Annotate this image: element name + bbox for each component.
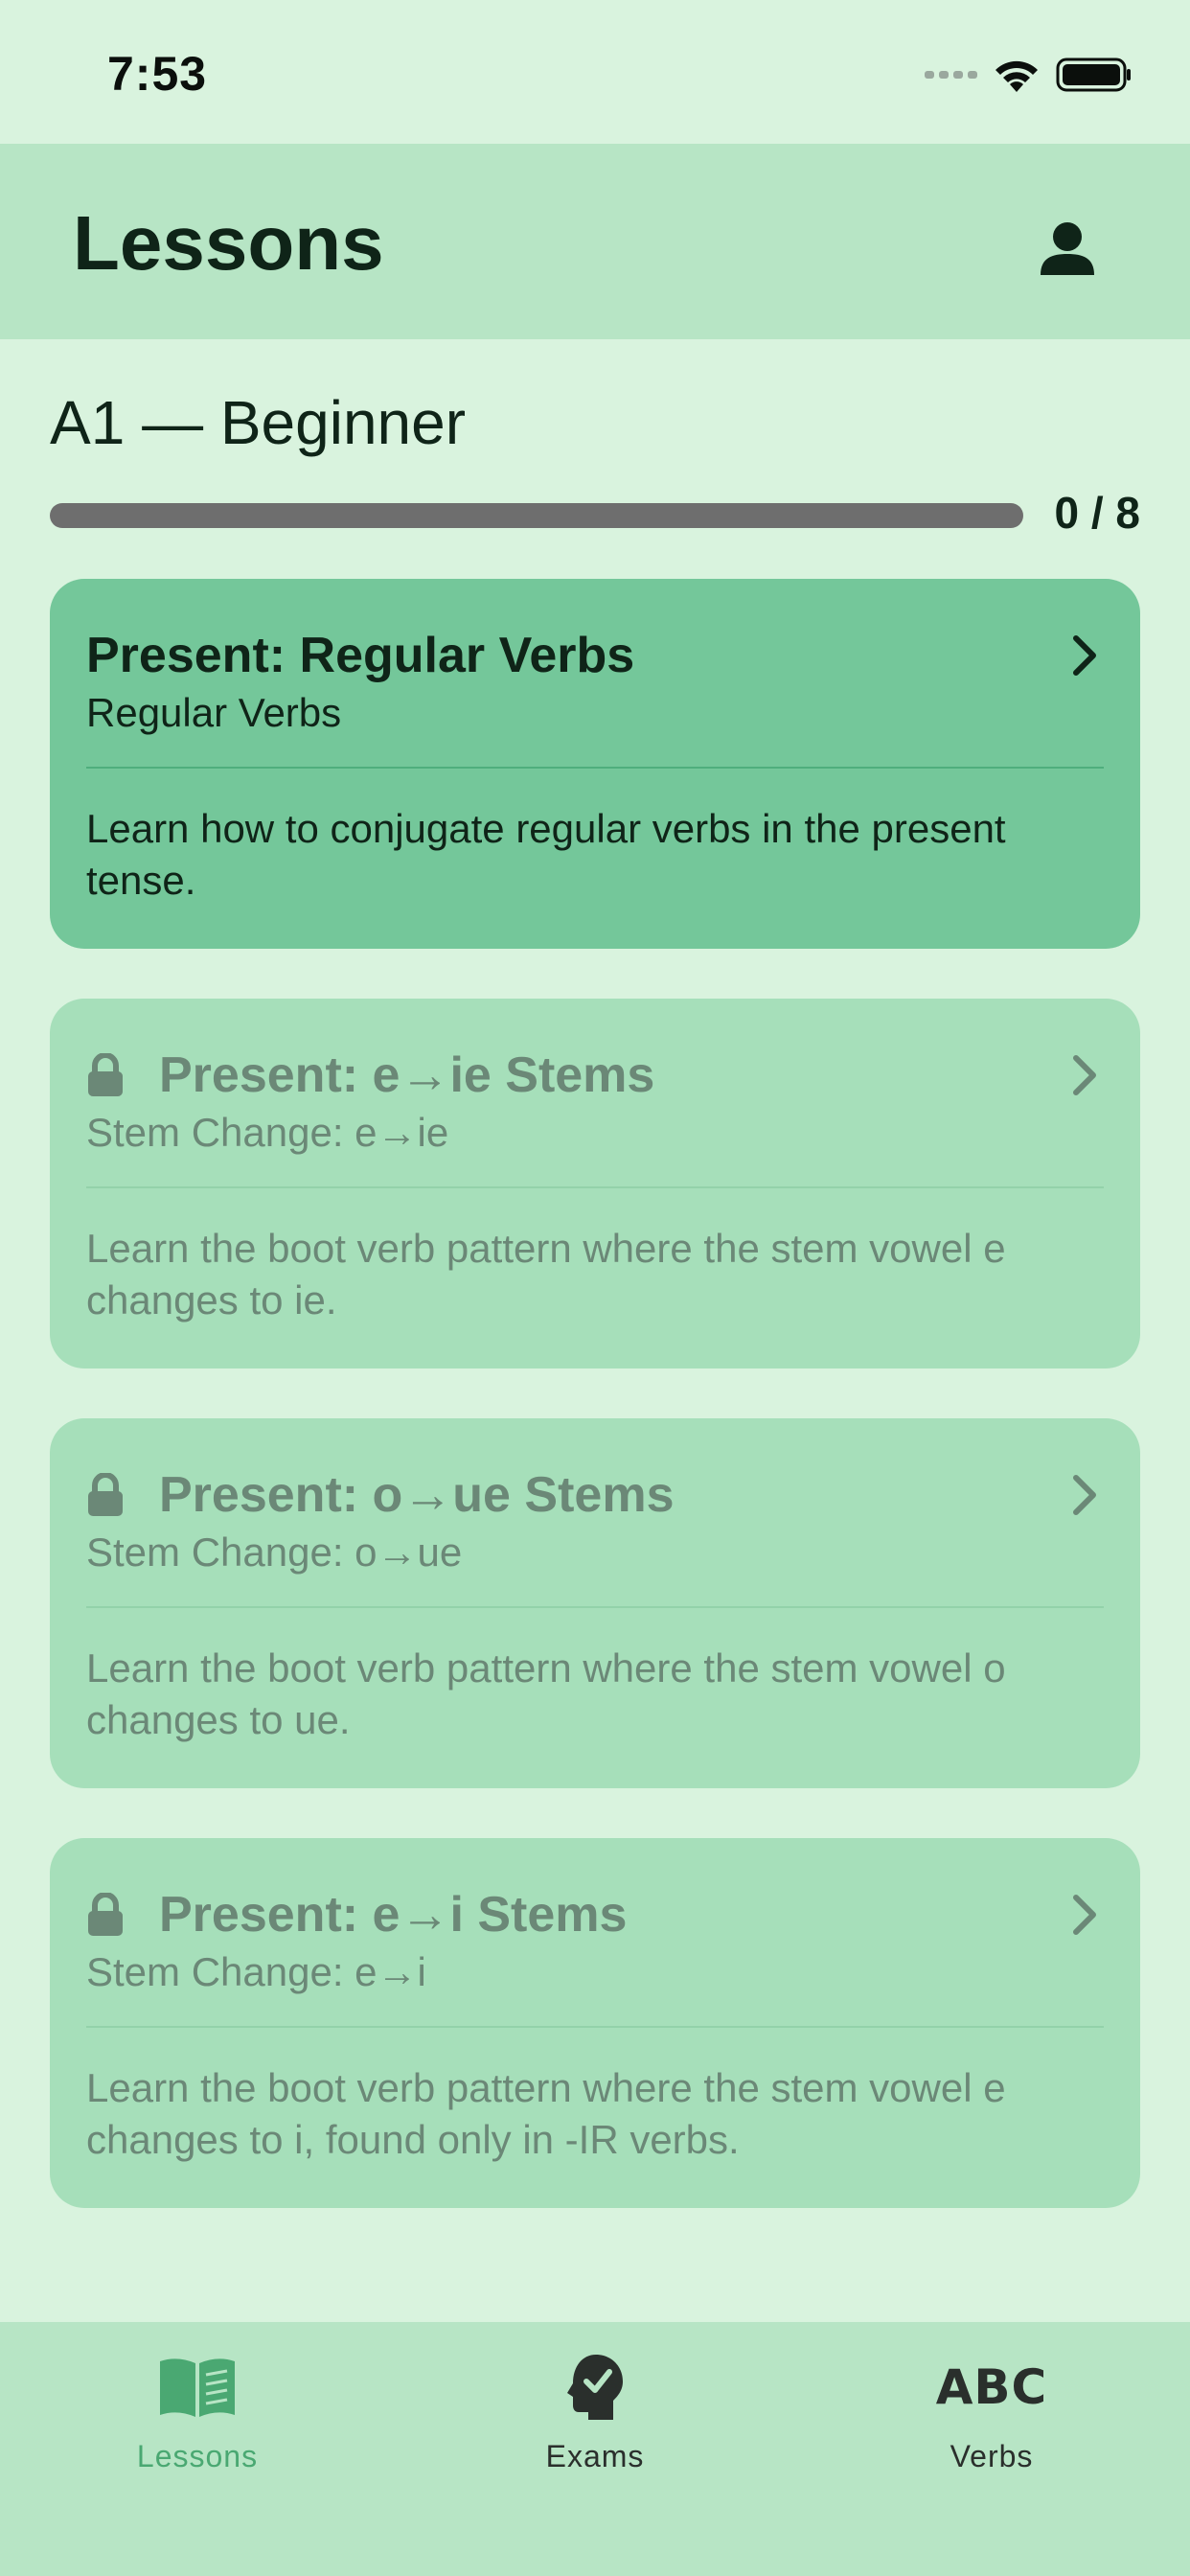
- wifi-icon: [995, 60, 1038, 92]
- lesson-description: Learn the boot verb pattern where the st…: [86, 1226, 1006, 1322]
- divider: [86, 2026, 1104, 2028]
- level-progress-bar: [50, 503, 1023, 528]
- lesson-card-o-ue-stems[interactable]: Present: o→ue Stems Stem Change: o→ue Le…: [50, 1418, 1140, 1788]
- abc-icon: ABC: [935, 2359, 1048, 2415]
- tab-verbs[interactable]: ABC Verbs: [848, 2341, 1135, 2495]
- tab-exams[interactable]: Exams: [451, 2341, 739, 2495]
- chevron-right-icon: [1065, 1470, 1104, 1520]
- lesson-description: Learn how to conjugate regular verbs in …: [86, 806, 1006, 903]
- status-icons: [925, 56, 1133, 94]
- tab-label: Exams: [545, 2439, 645, 2473]
- lesson-card-e-i-stems[interactable]: Present: e→i Stems Stem Change: e→i Lear…: [50, 1838, 1140, 2208]
- level-progress-text: 0 / 8: [1054, 488, 1140, 538]
- lesson-description: Learn the boot verb pattern where the st…: [86, 2065, 1006, 2162]
- status-time: 7:53: [107, 47, 208, 101]
- tab-lessons[interactable]: Lessons: [54, 2341, 341, 2495]
- lock-icon: [86, 1052, 125, 1098]
- page-title: Lessons: [73, 200, 384, 286]
- nav-header: Lessons: [0, 144, 1190, 339]
- lesson-description: Learn the boot verb pattern where the st…: [86, 1645, 1006, 1742]
- lesson-title: Present: o→ue Stems: [159, 1467, 675, 1523]
- battery-icon: [1056, 58, 1131, 92]
- lesson-title: Present: e→ie Stems: [159, 1047, 655, 1103]
- lock-icon: [86, 1892, 125, 1938]
- lesson-subtitle: Stem Change: o→ue: [86, 1530, 463, 1575]
- profile-button[interactable]: [1029, 211, 1106, 288]
- book-icon: [156, 2349, 239, 2426]
- tab-bar: Lessons Exams ABC Verbs: [0, 2322, 1190, 2576]
- chevron-right-icon: [1065, 631, 1104, 680]
- divider: [86, 1606, 1104, 1608]
- status-bar: 7:53: [0, 0, 1190, 144]
- tab-label: Lessons: [136, 2439, 259, 2473]
- lesson-subtitle: Stem Change: e→i: [86, 1949, 426, 1994]
- tab-label: Verbs: [950, 2439, 1034, 2473]
- divider: [86, 767, 1104, 769]
- lesson-subtitle: Stem Change: e→ie: [86, 1110, 449, 1155]
- person-icon: [1041, 222, 1094, 275]
- lesson-title: Present: e→i Stems: [159, 1887, 628, 1943]
- cellular-signal-icon: [925, 71, 977, 79]
- lesson-subtitle: Regular Verbs: [86, 690, 342, 735]
- lock-icon: [86, 1472, 125, 1518]
- chevron-right-icon: [1065, 1890, 1104, 1940]
- lesson-title: Present: Regular Verbs: [86, 628, 635, 683]
- head-check-icon: [565, 2349, 625, 2426]
- lesson-card-regular-verbs[interactable]: Present: Regular Verbs Regular Verbs Lea…: [50, 579, 1140, 949]
- chevron-right-icon: [1065, 1050, 1104, 1100]
- level-title: A1 — Beginner: [50, 388, 467, 457]
- lesson-card-e-ie-stems[interactable]: Present: e→ie Stems Stem Change: e→ie Le…: [50, 999, 1140, 1368]
- divider: [86, 1186, 1104, 1188]
